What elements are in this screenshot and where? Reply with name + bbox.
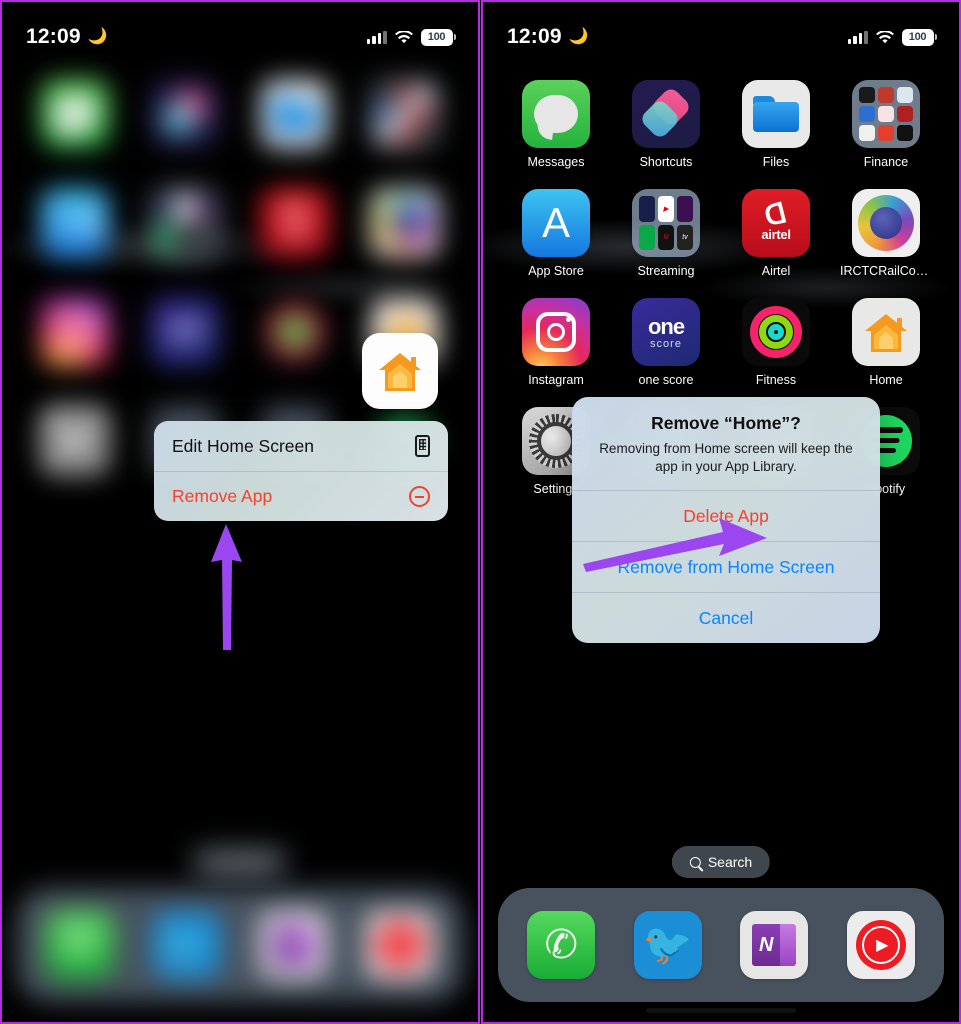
app-icon-irctc[interactable]: IRCTCRailConn…: [350, 189, 460, 278]
app-icon-airtel[interactable]: ᗡairtelAirtel: [721, 189, 831, 278]
status-bar: 12:09 🌙 100: [2, 2, 478, 58]
app-label: Shortcuts: [639, 155, 693, 169]
app-icon-instagram[interactable]: Instagram: [20, 298, 130, 387]
cancel-button[interactable]: Cancel: [572, 592, 880, 643]
app-icon-home[interactable]: Home: [831, 298, 941, 387]
app-label: Streaming: [637, 264, 695, 278]
search-pill[interactable]: Search: [190, 846, 290, 878]
app-icon-app-store[interactable]: AApp Store: [20, 189, 130, 278]
app-icon-fitness[interactable]: Fitness: [721, 298, 831, 387]
dock-icon-onenote[interactable]: N: [740, 911, 809, 979]
app-label: Files: [762, 155, 790, 169]
home-indicator: [646, 1008, 796, 1013]
app-icon-shortcuts[interactable]: Shortcuts: [130, 80, 240, 169]
alert-message: Removing from Home screen will keep the …: [599, 441, 853, 475]
search-icon: [208, 856, 220, 868]
onescore-line2: score: [650, 338, 682, 350]
app-icon-airtel[interactable]: ᗡairtelAirtel: [240, 189, 350, 278]
cellular-signal-icon: [847, 30, 868, 44]
app-label: Airtel: [761, 264, 791, 278]
dock-icon-twitter[interactable]: 🐦: [152, 911, 221, 979]
search-pill[interactable]: Search: [671, 846, 771, 878]
app-folder-streaming[interactable]: ▶NStreaming: [130, 189, 240, 278]
battery-indicator: 100: [420, 28, 456, 46]
app-folder-finance[interactable]: Finance: [831, 80, 941, 169]
highlighted-home-app[interactable]: [362, 333, 438, 409]
alert-header: Remove “Home”? Removing from Home screen…: [572, 397, 880, 490]
app-icon-fitness[interactable]: Fitness: [240, 298, 350, 387]
onenote-letter: N: [752, 924, 781, 966]
home-app-icon[interactable]: [362, 333, 438, 409]
wifi-icon: [875, 30, 894, 43]
dock-icon-twitter[interactable]: 🐦: [633, 911, 702, 979]
clock-time: 12:09: [507, 25, 562, 48]
moon-icon: 🌙: [87, 28, 108, 45]
app-icon-onescore[interactable]: onescoreone score: [130, 298, 240, 387]
cellular-signal-icon: [366, 30, 387, 44]
app-folder-streaming[interactable]: ▶ Ntv Streaming: [611, 189, 721, 278]
onenote-letter: N: [271, 924, 300, 966]
search-icon: [689, 856, 701, 868]
onescore-line2: score: [169, 338, 201, 350]
status-bar-right: 100: [847, 28, 937, 46]
battery-level: 100: [427, 31, 446, 43]
dock-icon-youtube-music[interactable]: ▶: [846, 911, 915, 979]
app-label: Home: [869, 373, 903, 387]
dock-icon-youtube-music[interactable]: ▶: [365, 911, 434, 979]
onescore-line1: one: [166, 314, 204, 339]
dock-icon-phone[interactable]: [527, 911, 596, 979]
app-icon-files[interactable]: Files: [721, 80, 831, 169]
app-icon-app-store[interactable]: A App Store: [501, 189, 611, 278]
app-icon-messages[interactable]: Messages: [20, 80, 130, 169]
annotation-arrow-up: [198, 514, 258, 654]
onescore-line1: one: [647, 314, 685, 339]
clock-time: 12:09: [26, 25, 81, 48]
status-bar: 12:09 🌙 100: [483, 2, 959, 58]
app-folder-finance[interactable]: Finance: [350, 80, 460, 169]
search-label: Search: [226, 854, 272, 870]
status-bar-left: 12:09 🌙: [26, 25, 108, 49]
screenshot-stage: 12:09 🌙 100 Messages Shortcuts Files: [0, 0, 961, 1024]
dock-icon-phone[interactable]: [46, 911, 115, 979]
context-menu-item-label: Edit Home Screen: [172, 435, 315, 456]
app-label: App Store: [528, 264, 584, 278]
dock-icon-onenote[interactable]: N: [259, 911, 328, 979]
search-label: Search: [707, 854, 753, 870]
app-label: Fitness: [755, 373, 797, 387]
app-label: IRCTCRailConn…: [840, 264, 932, 278]
app-label: Messages: [527, 155, 585, 169]
app-icon-files[interactable]: Files: [240, 80, 350, 169]
context-menu: Edit Home Screen Remove App: [154, 421, 448, 521]
app-icon-instagram[interactable]: Instagram: [501, 298, 611, 387]
left-phone-panel: 12:09 🌙 100 Messages Shortcuts Files: [0, 0, 480, 1024]
alert-title: Remove “Home”?: [651, 413, 801, 433]
battery-level: 100: [908, 31, 927, 43]
context-menu-item-label: Remove App: [172, 486, 273, 506]
app-icon-settings[interactable]: Settings: [20, 407, 130, 496]
wifi-icon: [394, 30, 413, 43]
context-menu-item-edit-home-screen[interactable]: Edit Home Screen: [154, 421, 448, 471]
app-label: Instagram: [528, 373, 584, 387]
annotation-arrow-right: [583, 502, 783, 582]
dock: 🐦 N ▶: [17, 888, 463, 1002]
dock: 🐦 N ▶: [498, 888, 944, 1002]
status-bar-left: 12:09 🌙: [507, 25, 589, 49]
app-icon-irctc[interactable]: IRCTCRailConn…: [831, 189, 941, 278]
battery-indicator: 100: [901, 28, 937, 46]
app-icon-onescore[interactable]: onescore one score: [611, 298, 721, 387]
home-screen-grid-icon: [415, 435, 430, 457]
status-bar-right: 100: [366, 28, 456, 46]
app-label: one score: [638, 373, 694, 387]
minus-circle-icon: [409, 486, 430, 507]
app-icon-messages[interactable]: Messages: [501, 80, 611, 169]
moon-icon: 🌙: [568, 28, 589, 45]
app-icon-shortcuts[interactable]: Shortcuts: [611, 80, 721, 169]
app-label: Finance: [863, 155, 909, 169]
right-phone-panel: 12:09 🌙 100 Messages Shortcuts Files Fin…: [481, 0, 961, 1024]
